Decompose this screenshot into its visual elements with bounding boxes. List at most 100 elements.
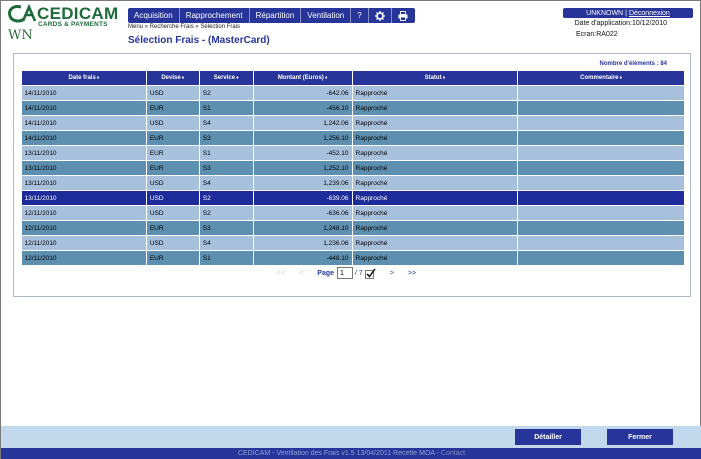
page-title: Sélection Frais - (MasterCard) [128, 35, 270, 46]
cell-service: S3 [199, 220, 254, 236]
cell-devise: USD [146, 85, 200, 101]
table-row[interactable]: 13/11/2010 USD S2 -639.06 Rapproché [21, 190, 685, 206]
cell-montant: -456.10 [253, 100, 353, 116]
cell-commentaire [517, 250, 685, 266]
table-row[interactable]: 14/11/2010 EUR S1 -456.10 Rapproché [21, 100, 685, 116]
cell-service: S1 [199, 145, 254, 161]
last-page-button[interactable]: >> [408, 270, 416, 277]
cell-commentaire [517, 175, 685, 191]
cell-montant: -636.06 [253, 205, 353, 221]
cell-service: S2 [199, 190, 254, 206]
menu-help[interactable]: ? [351, 8, 369, 23]
application-window: CEDICAM CARDS & PAYMENTS WN Acquisition … [0, 0, 701, 459]
cell-service: S1 [199, 250, 254, 266]
cell-service: S4 [199, 235, 254, 251]
cell-montant: -448.10 [253, 250, 353, 266]
fees-table: Date frais♦ Devise♦ Service♦ Montant (Eu… [21, 70, 685, 266]
cell-date: 13/11/2010 [21, 190, 147, 206]
table-row[interactable]: 14/11/2010 USD S2 -642.06 Rapproché [21, 85, 685, 101]
table-row[interactable]: 13/11/2010 EUR S3 1,252.10 Rapproché [21, 160, 685, 176]
table-row[interactable]: 12/11/2010 EUR S3 1,248.10 Rapproché [21, 220, 685, 236]
column-header-montant[interactable]: Montant (Euros)♦ [252, 70, 353, 86]
cell-date: 13/11/2010 [21, 160, 147, 176]
table-row[interactable]: 12/11/2010 USD S4 1,236.06 Rapproché [21, 235, 685, 251]
column-header-service[interactable]: Service♦ [198, 70, 254, 86]
menu-rapprochement[interactable]: Rapprochement [180, 8, 250, 23]
column-header-date[interactable]: Date frais♦ [21, 70, 147, 86]
close-button[interactable]: Fermer [607, 429, 673, 445]
menu-repartition[interactable]: Répartition [250, 8, 302, 23]
cell-devise: USD [146, 175, 200, 191]
previous-page-button[interactable]: < [299, 270, 303, 277]
application-date: Date d'application:10/12/2010 [574, 20, 667, 27]
cell-devise: EUR [146, 100, 200, 116]
menu-ventilation[interactable]: Ventilation [301, 8, 352, 23]
cell-service: S4 [199, 115, 254, 131]
ca-logo-icon [8, 4, 37, 23]
cell-devise: EUR [146, 145, 200, 161]
breadcrumb: Menu » Recherche Frais » Sélection Frais [128, 24, 241, 30]
cell-date: 14/11/2010 [21, 85, 147, 101]
status-bar: CEDICAM - Ventilation des Frais v1.5 13/… [1, 448, 701, 459]
logout-link[interactable]: Déconnexion [629, 10, 670, 17]
cell-date: 12/11/2010 [21, 235, 147, 251]
table-header-row: Date frais♦ Devise♦ Service♦ Montant (Eu… [21, 70, 685, 86]
print-icon [398, 10, 408, 21]
table-row[interactable]: 12/11/2010 USD S2 -636.06 Rapproché [21, 205, 685, 221]
cell-service: S2 [199, 205, 254, 221]
cell-statut: Rapproché [352, 160, 519, 176]
cell-date: 14/11/2010 [21, 100, 147, 116]
table-row[interactable]: 14/11/2010 EUR S3 1,256.10 Rapproché [21, 130, 685, 146]
table-row[interactable]: 13/11/2010 USD S4 1,239.06 Rapproché [21, 175, 685, 191]
cell-statut: Rapproché [352, 85, 519, 101]
cell-statut: Rapproché [352, 175, 519, 191]
cell-commentaire [517, 85, 685, 101]
menu-print[interactable] [392, 8, 415, 23]
cell-statut: Rapproché [352, 235, 519, 251]
column-header-commentaire[interactable]: Commentaire♦ [517, 70, 685, 86]
pagination: << < Page / 7 > >> [277, 266, 430, 280]
sort-icon: ♦ [96, 75, 100, 81]
cell-statut: Rapproché [352, 130, 519, 146]
cell-commentaire [517, 115, 685, 131]
cell-montant: 1,256.10 [253, 130, 353, 146]
status-text: CEDICAM - Ventilation des Frais v1.5 13/… [237, 450, 439, 457]
first-page-button[interactable]: << [277, 270, 285, 277]
table-row[interactable]: 13/11/2010 EUR S1 -452.10 Rapproché [21, 145, 685, 161]
cell-statut: Rapproché [352, 250, 519, 266]
cell-date: 12/11/2010 [21, 205, 147, 221]
cell-montant: 1,239.06 [253, 175, 353, 191]
sort-icon: ♦ [619, 75, 623, 81]
cell-commentaire [517, 190, 685, 206]
sort-icon: ♦ [236, 75, 239, 81]
table-row[interactable]: 14/11/2010 USD S4 1,242.06 Rapproché [21, 115, 685, 131]
contact-link[interactable]: Contact [441, 450, 465, 457]
cell-commentaire [517, 235, 685, 251]
details-button[interactable]: Détailler [515, 429, 581, 445]
cell-commentaire [517, 220, 685, 236]
cell-date: 12/11/2010 [21, 250, 147, 266]
sort-icon: ♦ [442, 75, 446, 81]
cell-montant: -642.06 [253, 85, 353, 101]
cell-commentaire [517, 130, 685, 146]
user-separator: | [625, 9, 627, 17]
column-header-statut[interactable]: Statut♦ [351, 70, 519, 86]
cell-date: 13/11/2010 [21, 175, 147, 191]
go-to-page-button[interactable] [364, 268, 376, 279]
gear-icon [374, 10, 385, 21]
page-number-input[interactable] [337, 267, 354, 279]
brand-subtitle: CARDS & PAYMENTS [38, 21, 108, 28]
page-total: / 7 [355, 269, 363, 277]
cell-commentaire [517, 145, 685, 161]
menu-acquisition[interactable]: Acquisition [128, 8, 180, 23]
column-header-devise[interactable]: Devise♦ [145, 70, 200, 86]
cell-date: 13/11/2010 [21, 145, 147, 161]
cell-date: 14/11/2010 [21, 130, 147, 146]
next-page-button[interactable]: > [390, 270, 394, 277]
cell-devise: USD [146, 190, 200, 206]
cell-montant: 1,248.10 [253, 220, 353, 236]
table-row[interactable]: 12/11/2010 EUR S1 -448.10 Rapproché [21, 250, 685, 266]
menu-settings[interactable] [369, 8, 392, 23]
sort-icon: ♦ [181, 75, 185, 81]
cell-statut: Rapproché [352, 220, 519, 236]
